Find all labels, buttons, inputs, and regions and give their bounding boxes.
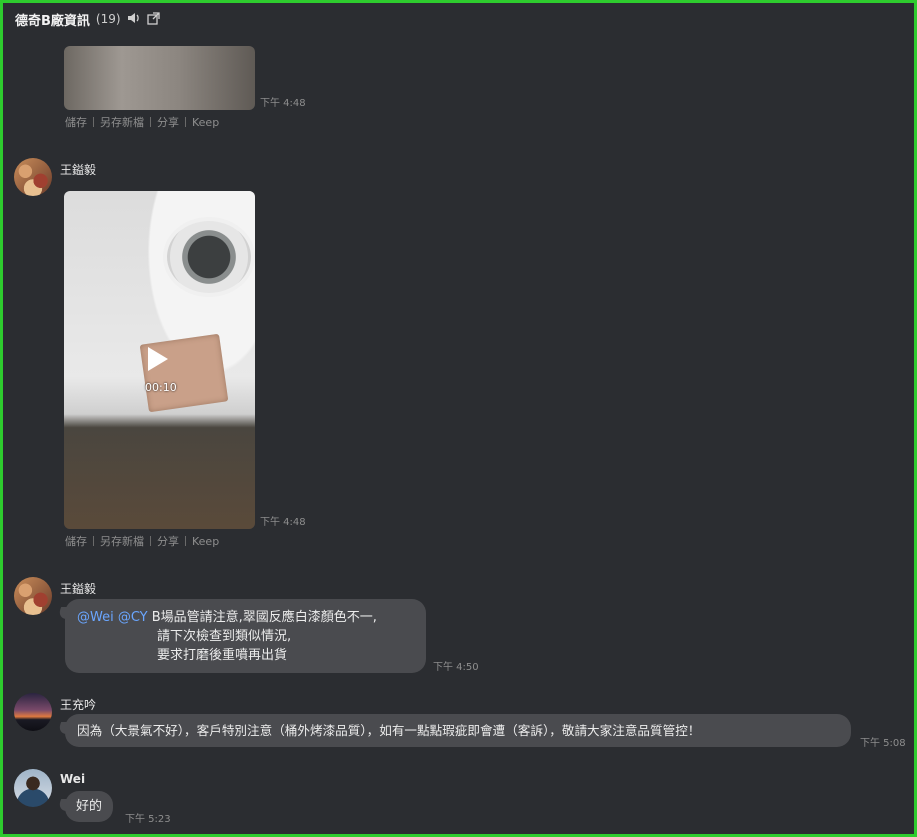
image-message[interactable] — [64, 46, 255, 110]
sender-name[interactable]: 王鎰毅 — [60, 580, 96, 597]
sender-name[interactable]: 王鎰毅 — [60, 161, 96, 178]
message-bubble[interactable]: 因為（大景氣不好），客戶特別注意（桶外烤漆品質），如有一點點瑕疵即會遭（客訴），… — [65, 714, 851, 747]
media-actions: 儲存 另存新檔 分享 Keep — [65, 114, 219, 130]
drum-bung — [167, 221, 251, 293]
sender-name[interactable]: Wei — [60, 772, 85, 786]
keep-link[interactable]: Keep — [192, 535, 219, 548]
share-link[interactable]: 分享 — [157, 114, 179, 130]
member-count: (19) — [95, 12, 121, 26]
message-bubble[interactable]: @Wei @CY B場品管請注意,翠國反應白漆顏色不一, 請下次檢查到類似情況,… — [65, 599, 426, 673]
avatar[interactable] — [14, 577, 52, 615]
save-as-link[interactable]: 另存新檔 — [100, 533, 144, 549]
divider — [93, 536, 94, 546]
divider — [150, 536, 151, 546]
play-icon[interactable] — [148, 347, 168, 371]
speaker-icon[interactable] — [127, 12, 141, 26]
message-line: B場品管請注意,翠國反應白漆顏色不一, — [147, 610, 377, 625]
save-link[interactable]: 儲存 — [65, 114, 87, 130]
message-bubble[interactable]: 好的 — [65, 791, 114, 822]
message-text: 好的 — [76, 799, 103, 814]
message-text: 因為（大景氣不好），客戶特別注意（桶外烤漆品質），如有一點點瑕疵即會遭（客訴），… — [77, 723, 701, 738]
avatar[interactable] — [14, 158, 52, 196]
message-line: 請下次檢查到類似情況, — [157, 629, 292, 644]
chat-title[interactable]: 德奇B廠資訊 — [15, 10, 90, 29]
message-time: 下午 4:50 — [433, 662, 479, 673]
message-time: 下午 4:48 — [260, 98, 306, 109]
message-time: 下午 4:48 — [260, 517, 306, 528]
mention-tags[interactable]: @Wei @CY — [77, 610, 148, 625]
avatar[interactable] — [14, 769, 52, 807]
video-duration: 00:10 — [145, 381, 177, 394]
video-message[interactable]: 00:10 — [64, 191, 255, 529]
sender-name[interactable]: 王充吟 — [60, 696, 96, 713]
save-link[interactable]: 儲存 — [65, 533, 87, 549]
label-tape — [139, 333, 229, 413]
chat-window: 德奇B廠資訊 (19) 下午 4:48 儲存 另存新檔 分享 Keep 王鎰毅 … — [0, 0, 917, 837]
share-link[interactable]: 分享 — [157, 533, 179, 549]
divider — [185, 117, 186, 127]
chat-header: 德奇B廠資訊 (19) — [15, 9, 161, 29]
divider — [185, 536, 186, 546]
message-line: 要求打磨後重噴再出貨 — [157, 648, 288, 663]
popout-icon[interactable] — [147, 12, 161, 26]
avatar[interactable] — [14, 693, 52, 731]
keep-link[interactable]: Keep — [192, 116, 219, 129]
media-actions: 儲存 另存新檔 分享 Keep — [65, 533, 219, 549]
divider — [150, 117, 151, 127]
divider — [93, 117, 94, 127]
save-as-link[interactable]: 另存新檔 — [100, 114, 144, 130]
message-time: 下午 5:08 — [860, 738, 906, 749]
message-time: 下午 5:23 — [125, 814, 171, 825]
